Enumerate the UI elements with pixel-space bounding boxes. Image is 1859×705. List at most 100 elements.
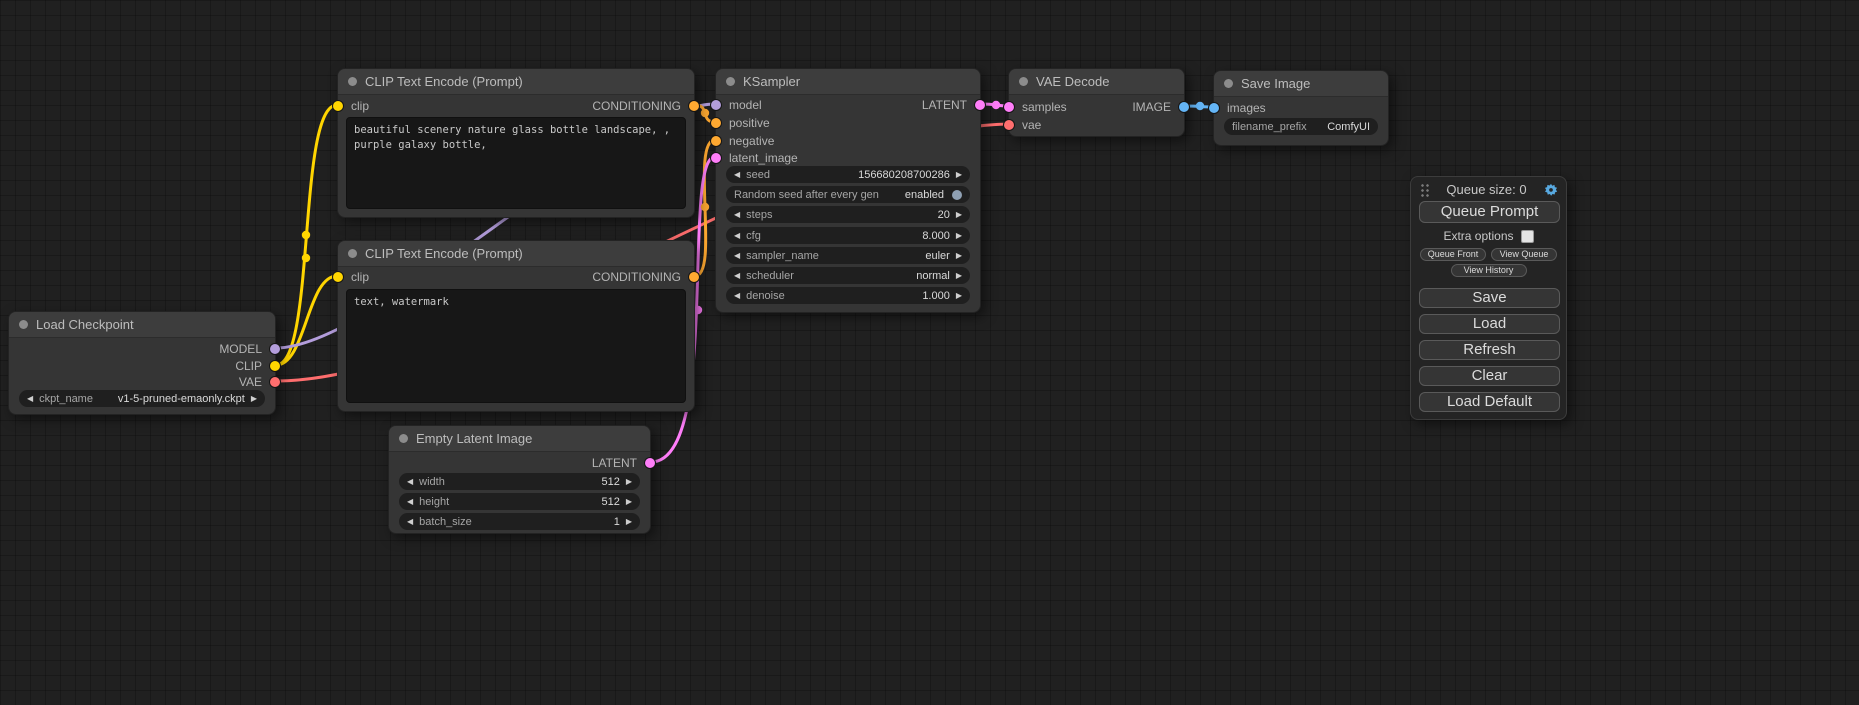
widget-label: Random seed after every gen — [734, 189, 879, 201]
node-vae-decode[interactable]: VAE Decode samples vae IMAGE — [1008, 68, 1185, 137]
input-port-clip[interactable] — [333, 272, 343, 282]
left-arrow-icon[interactable]: ◀ — [407, 518, 413, 526]
left-arrow-icon[interactable]: ◀ — [734, 232, 740, 240]
left-arrow-icon[interactable]: ◀ — [734, 292, 740, 300]
input-port-negative[interactable] — [711, 136, 721, 146]
link-midpoint-dot — [694, 306, 702, 314]
node-save-image[interactable]: Save Image images filename_prefix ComfyU… — [1213, 70, 1389, 146]
filename-prefix-widget[interactable]: filename_prefix ComfyUI — [1224, 118, 1378, 135]
node-ksampler[interactable]: KSampler model positive negative latent_… — [715, 68, 981, 313]
input-port-latent-image[interactable] — [711, 153, 721, 163]
left-arrow-icon[interactable]: ◀ — [734, 252, 740, 260]
output-port-image[interactable] — [1179, 102, 1189, 112]
left-arrow-icon[interactable]: ◀ — [27, 395, 33, 403]
collapse-dot[interactable] — [19, 320, 28, 329]
node-title-bar[interactable]: VAE Decode — [1009, 69, 1184, 95]
prompt-textarea[interactable]: text, watermark — [346, 289, 686, 403]
view-queue-button[interactable]: View Queue — [1491, 248, 1557, 261]
node-title-bar[interactable]: KSampler — [716, 69, 980, 95]
right-arrow-icon[interactable]: ▶ — [956, 252, 962, 260]
output-slot-image: IMAGE — [1132, 99, 1171, 115]
input-port-positive[interactable] — [711, 118, 721, 128]
comfy-menu-panel[interactable]: Queue size: 0 Queue Prompt Extra options… — [1410, 176, 1567, 420]
ckpt-name-widget[interactable]: ◀ ckpt_name v1-5-pruned-emaonly.ckpt ▶ — [19, 390, 265, 407]
queue-front-button[interactable]: Queue Front — [1420, 248, 1486, 261]
left-arrow-icon[interactable]: ◀ — [734, 171, 740, 179]
save-button[interactable]: Save — [1419, 288, 1560, 308]
collapse-dot[interactable] — [1224, 79, 1233, 88]
right-arrow-icon[interactable]: ▶ — [626, 478, 632, 486]
output-port-conditioning[interactable] — [689, 272, 699, 282]
collapse-dot[interactable] — [399, 434, 408, 443]
output-port-latent[interactable] — [645, 458, 655, 468]
node-graph-canvas[interactable]: Load Checkpoint MODEL CLIP VAE ◀ ckpt_na… — [0, 0, 1859, 705]
collapse-dot[interactable] — [348, 77, 357, 86]
queue-size-label: Queue size: 0 — [1429, 182, 1544, 197]
output-port-conditioning[interactable] — [689, 101, 699, 111]
collapse-dot[interactable] — [348, 249, 357, 258]
output-port-latent[interactable] — [975, 100, 985, 110]
queue-prompt-button[interactable]: Queue Prompt — [1419, 201, 1560, 223]
node-title: KSampler — [743, 74, 800, 89]
collapse-dot[interactable] — [726, 77, 735, 86]
node-title-bar[interactable]: Load Checkpoint — [9, 312, 275, 338]
node-load-checkpoint[interactable]: Load Checkpoint MODEL CLIP VAE ◀ ckpt_na… — [8, 311, 276, 415]
menu-header: Queue size: 0 — [1411, 177, 1566, 197]
width-widget[interactable]: ◀ width 512 ▶ — [399, 473, 640, 490]
left-arrow-icon[interactable]: ◀ — [734, 272, 740, 280]
node-title: VAE Decode — [1036, 74, 1109, 89]
prompt-textarea[interactable]: beautiful scenery nature glass bottle la… — [346, 117, 686, 209]
denoise-widget[interactable]: ◀ denoise 1.000 ▶ — [726, 287, 970, 304]
node-clip-text-encode-negative[interactable]: CLIP Text Encode (Prompt) clip CONDITION… — [337, 240, 695, 412]
output-slot-model: MODEL — [219, 341, 262, 357]
clear-button[interactable]: Clear — [1419, 366, 1560, 386]
input-slot-positive: positive — [729, 115, 770, 131]
sampler-name-widget[interactable]: ◀ sampler_name euler ▶ — [726, 247, 970, 264]
right-arrow-icon[interactable]: ▶ — [956, 211, 962, 219]
input-slot-clip: clip — [351, 269, 369, 285]
node-clip-text-encode-positive[interactable]: CLIP Text Encode (Prompt) clip CONDITION… — [337, 68, 695, 218]
input-port-samples[interactable] — [1004, 102, 1014, 112]
node-title-bar[interactable]: CLIP Text Encode (Prompt) — [338, 69, 694, 95]
right-arrow-icon[interactable]: ▶ — [956, 272, 962, 280]
node-empty-latent-image[interactable]: Empty Latent Image LATENT ◀ width 512 ▶ … — [388, 425, 651, 534]
drag-handle-icon[interactable] — [1419, 182, 1429, 197]
extra-options-checkbox[interactable] — [1521, 230, 1534, 243]
right-arrow-icon[interactable]: ▶ — [956, 292, 962, 300]
right-arrow-icon[interactable]: ▶ — [626, 498, 632, 506]
seed-widget[interactable]: ◀ seed 156680208700286 ▶ — [726, 166, 970, 183]
batch-size-widget[interactable]: ◀ batch_size 1 ▶ — [399, 513, 640, 530]
right-arrow-icon[interactable]: ▶ — [956, 171, 962, 179]
random-seed-widget[interactable]: Random seed after every gen enabled — [726, 186, 970, 203]
steps-widget[interactable]: ◀ steps 20 ▶ — [726, 206, 970, 223]
node-title-bar[interactable]: CLIP Text Encode (Prompt) — [338, 241, 694, 267]
output-port-model[interactable] — [270, 344, 280, 354]
cfg-widget[interactable]: ◀ cfg 8.000 ▶ — [726, 227, 970, 244]
settings-gear-icon[interactable] — [1544, 183, 1558, 197]
refresh-button[interactable]: Refresh — [1419, 340, 1560, 360]
height-widget[interactable]: ◀ height 512 ▶ — [399, 493, 640, 510]
input-port-clip[interactable] — [333, 101, 343, 111]
node-title-bar[interactable]: Save Image — [1214, 71, 1388, 97]
left-arrow-icon[interactable]: ◀ — [407, 498, 413, 506]
input-port-model[interactable] — [711, 100, 721, 110]
input-slot-latent-image: latent_image — [729, 150, 798, 166]
output-port-vae[interactable] — [270, 377, 280, 387]
input-port-vae[interactable] — [1004, 120, 1014, 130]
right-arrow-icon[interactable]: ▶ — [626, 518, 632, 526]
toggle-icon[interactable] — [952, 190, 962, 200]
input-port-images[interactable] — [1209, 103, 1219, 113]
output-port-clip[interactable] — [270, 361, 280, 371]
left-arrow-icon[interactable]: ◀ — [407, 478, 413, 486]
left-arrow-icon[interactable]: ◀ — [734, 211, 740, 219]
collapse-dot[interactable] — [1019, 77, 1028, 86]
right-arrow-icon[interactable]: ▶ — [251, 395, 257, 403]
widget-label: ckpt_name — [39, 393, 93, 405]
widget-value: 512 — [601, 496, 619, 508]
right-arrow-icon[interactable]: ▶ — [956, 232, 962, 240]
view-history-button[interactable]: View History — [1451, 264, 1527, 277]
load-button[interactable]: Load — [1419, 314, 1560, 334]
node-title-bar[interactable]: Empty Latent Image — [389, 426, 650, 452]
load-default-button[interactable]: Load Default — [1419, 392, 1560, 412]
scheduler-widget[interactable]: ◀ scheduler normal ▶ — [726, 267, 970, 284]
